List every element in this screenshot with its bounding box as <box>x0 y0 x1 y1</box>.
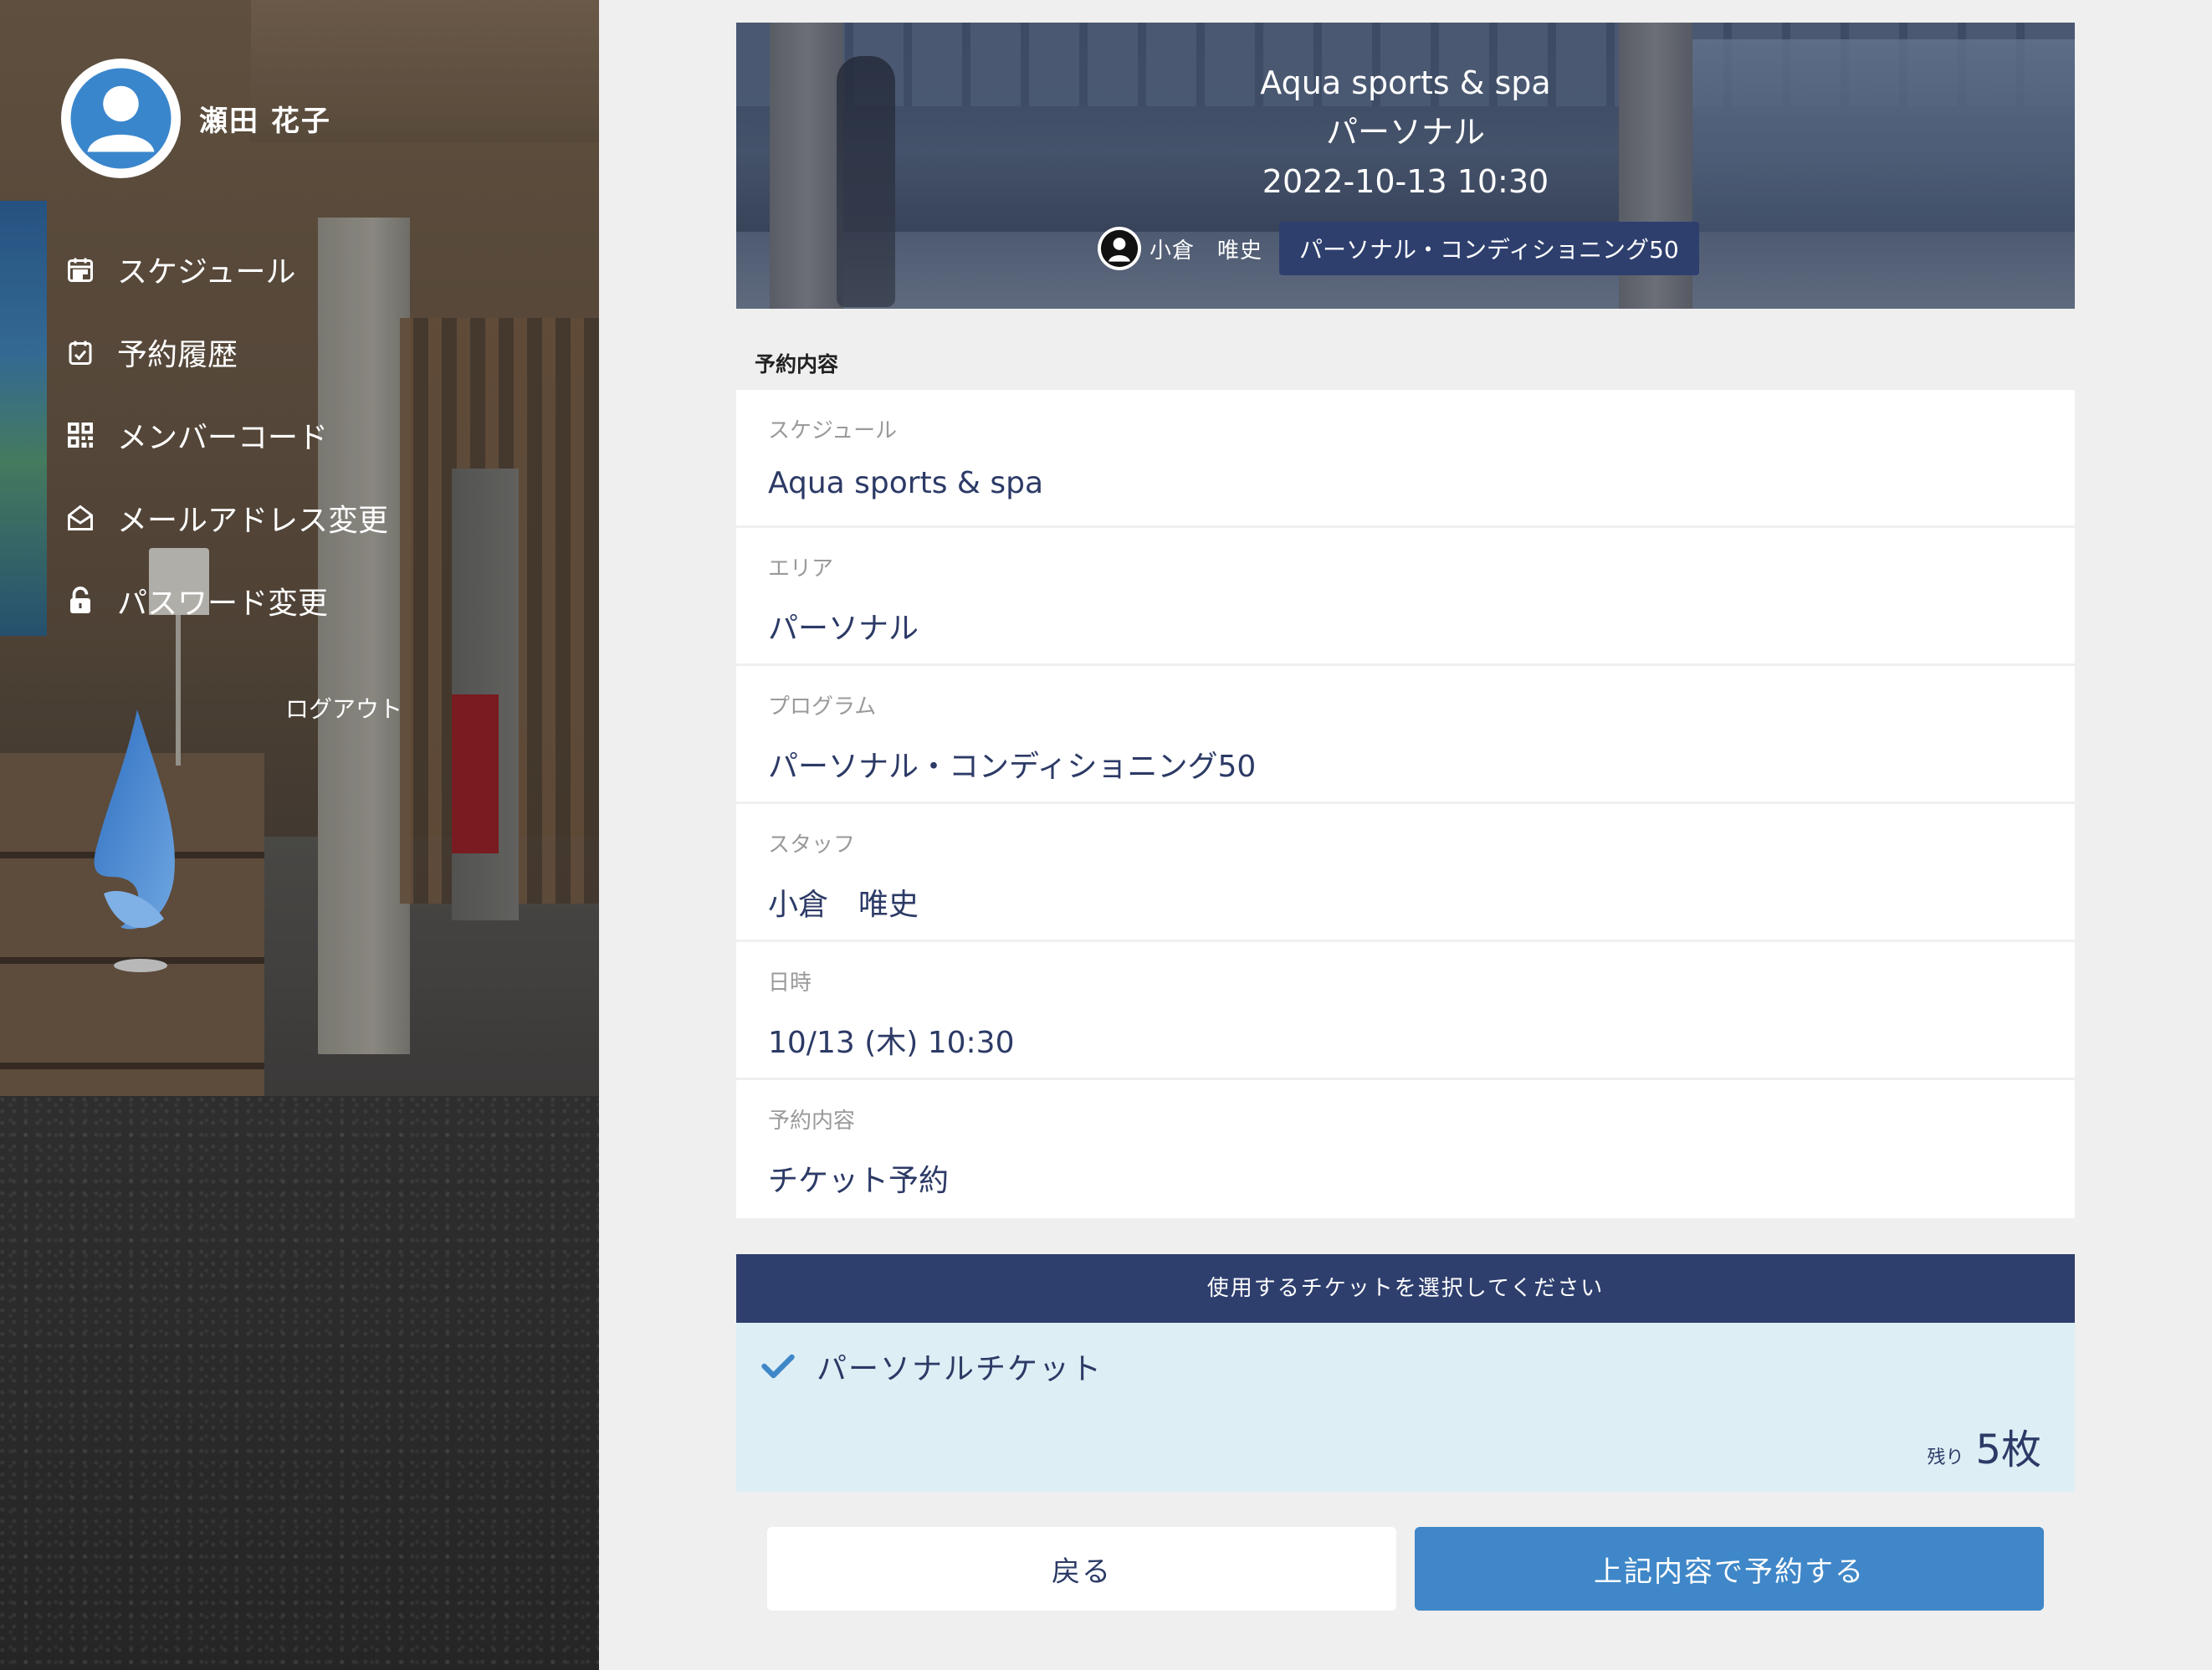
hero-subtitle: パーソナル <box>1325 114 1485 151</box>
user-profile: 瀬田 花子 <box>61 59 331 178</box>
action-buttons: 戻る 上記内容で予約する <box>767 1527 2044 1611</box>
detail-row-program: プログラム パーソナル・コンディショニング50 <box>736 666 2075 804</box>
sidebar-item-history[interactable]: 予約履歴 <box>64 310 388 393</box>
checkmark-icon <box>761 1354 795 1379</box>
detail-label: プログラム <box>768 694 877 720</box>
sidebar-item-label: スケジュール <box>117 254 296 289</box>
qr-code-icon <box>64 418 97 452</box>
sidebar-item-label: 予約履歴 <box>117 337 238 372</box>
hero-staff-name: 小倉 唯史 <box>1150 238 1263 264</box>
logout-link[interactable]: ログアウト <box>285 691 402 725</box>
sidebar-item-label: メールアドレス変更 <box>117 503 389 538</box>
sidebar-menu: スケジュール 予約履歴 メンバーコード メールアドレス変更 パスワード変更 <box>64 228 388 642</box>
staff-avatar <box>1098 227 1141 270</box>
sidebar-item-password-change[interactable]: パスワード変更 <box>64 559 388 642</box>
detail-label: スタッフ <box>768 832 856 858</box>
sidebar-item-schedule[interactable]: スケジュール <box>64 228 388 310</box>
detail-row-area: エリア パーソナル <box>736 528 2075 666</box>
sidebar-item-label: メンバーコード <box>117 420 329 455</box>
reservation-details: スケジュール Aqua sports & spa エリア パーソナル プログラム… <box>736 390 2075 1218</box>
hero-title: Aqua sports & spa <box>1260 64 1551 101</box>
ticket-remaining: 残り 5枚 <box>1927 1416 2041 1475</box>
detail-row-reservation-type: 予約内容 チケット予約 <box>736 1080 2075 1218</box>
ticket-section-header: 使用するチケットを選択してください <box>736 1254 2075 1323</box>
sidebar: 瀬田 花子 スケジュール 予約履歴 メンバーコード メールアドレス変更 パスワー… <box>0 0 599 1670</box>
detail-value: チケット予約 <box>768 1164 950 1198</box>
detail-label: スケジュール <box>768 418 898 443</box>
back-button[interactable]: 戻る <box>767 1527 1396 1611</box>
sidebar-item-label: パスワード変更 <box>117 586 329 621</box>
sidebar-item-email-change[interactable]: メールアドレス変更 <box>64 476 388 559</box>
calendar-check-icon <box>64 336 97 369</box>
detail-value: 10/13 (木) 10:30 <box>768 1026 1015 1060</box>
detail-label: 日時 <box>768 971 812 996</box>
detail-value: 小倉 唯史 <box>768 888 919 922</box>
detail-row-datetime: 日時 10/13 (木) 10:30 <box>736 942 2075 1080</box>
ticket-name: パーソナルチケット <box>817 1352 1103 1386</box>
sidebar-item-member-code[interactable]: メンバーコード <box>64 393 388 476</box>
detail-row-staff: スタッフ 小倉 唯史 <box>736 804 2075 942</box>
reserve-button[interactable]: 上記内容で予約する <box>1415 1527 2044 1611</box>
main-content: Aqua sports & spa パーソナル 2022-10-13 10:30… <box>736 23 2075 1611</box>
section-title: 予約内容 <box>755 352 839 377</box>
user-name: 瀬田 花子 <box>199 105 331 138</box>
water-drop-logo <box>94 709 175 972</box>
detail-value: Aqua sports & spa <box>768 466 1044 500</box>
detail-row-schedule: スケジュール Aqua sports & spa <box>736 390 2075 528</box>
person-silhouette-icon <box>1100 229 1139 268</box>
hero-datetime: 2022-10-13 10:30 <box>1262 163 1549 200</box>
user-icon <box>70 68 172 169</box>
ticket-remaining-count: 5枚 <box>1975 1427 2041 1473</box>
hero-program-badge: パーソナル・コンディショニング50 <box>1279 222 1699 275</box>
calendar-icon <box>64 253 97 286</box>
ticket-remaining-label: 残り <box>1927 1447 1964 1468</box>
detail-value: パーソナル <box>768 612 919 646</box>
detail-label: エリア <box>768 556 834 581</box>
detail-value: パーソナル・コンディショニング50 <box>768 750 1257 784</box>
hero-meta: 小倉 唯史 パーソナル・コンディショニング50 <box>1098 222 1699 275</box>
hero-text: Aqua sports & spa パーソナル 2022-10-13 10:30 <box>736 59 2075 206</box>
hero-banner: Aqua sports & spa パーソナル 2022-10-13 10:30… <box>736 23 2075 309</box>
ticket-option[interactable]: パーソナルチケット 残り 5枚 <box>736 1323 2075 1492</box>
detail-label: 予約内容 <box>768 1109 856 1134</box>
unlock-icon <box>64 584 97 617</box>
envelope-open-icon <box>64 501 97 535</box>
avatar <box>61 59 181 178</box>
